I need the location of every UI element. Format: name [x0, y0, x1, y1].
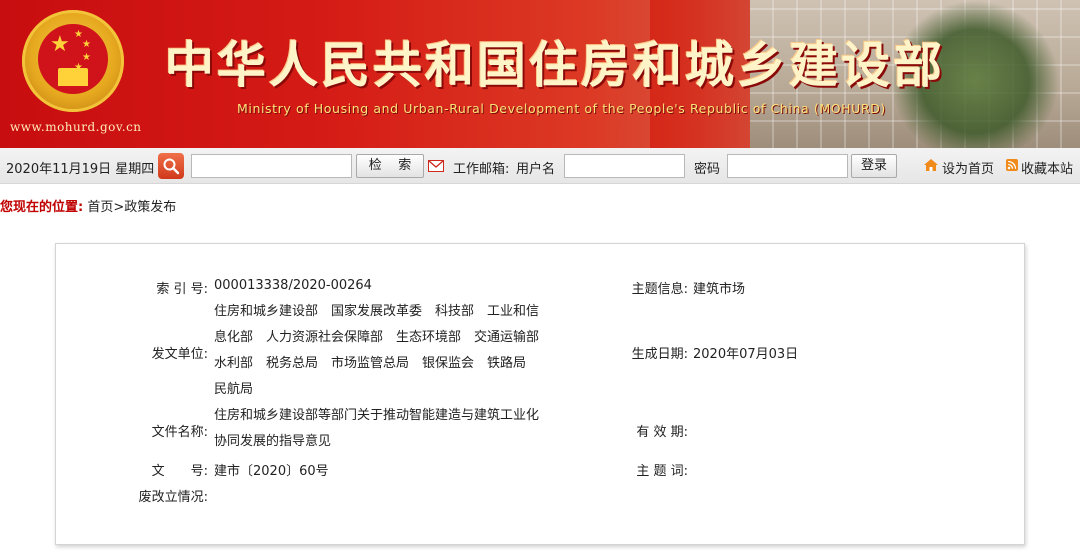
username-input[interactable] — [564, 154, 685, 178]
topic-value: 建筑市场 — [693, 282, 746, 297]
validity-label: 有 效 期: — [636, 425, 688, 440]
username-label: 用户名 — [516, 162, 556, 177]
topic-label: 主题信息: — [631, 282, 688, 297]
home-icon[interactable] — [923, 158, 939, 176]
site-url: www.mohurd.gov.cn — [10, 120, 142, 134]
bookmark-site-link[interactable]: 收藏本站 — [1021, 158, 1073, 177]
password-input[interactable] — [727, 154, 848, 178]
site-title: 中华人民共和国住房和城乡建设部 — [165, 37, 946, 94]
star-icon: ★ — [82, 52, 91, 63]
document-number-label: 文 号: — [151, 464, 208, 479]
set-homepage-link[interactable]: 设为首页 — [942, 158, 994, 177]
national-emblem-icon: ★ ★ ★ ★ ★ — [22, 10, 124, 112]
document-name-label: 文件名称: — [151, 425, 208, 440]
login-button[interactable]: 登录 — [851, 154, 897, 178]
work-mail-label: 工作邮箱: — [453, 162, 510, 177]
breadcrumb-label: 您现在的位置: — [0, 200, 84, 215]
amendment-status-label: 废改立情况: — [138, 490, 208, 505]
index-number-label: 索 引 号: — [156, 282, 208, 297]
keywords-label: 主 题 词: — [636, 464, 688, 479]
breadcrumb-path[interactable]: 首页>政策发布 — [87, 200, 176, 215]
current-date: 2020年11月19日 星期四 — [6, 162, 155, 177]
site-banner: ★ ★ ★ ★ ★ www.mohurd.gov.cn 中华人民共和国住房和城乡… — [0, 0, 1080, 148]
document-name-value: 住房和城乡建设部等部门关于推动智能建造与建筑工业化协同发展的指导意见 — [214, 408, 540, 449]
search-icon[interactable] — [158, 153, 184, 179]
star-icon: ★ — [50, 32, 70, 57]
password-label: 密码 — [694, 162, 721, 177]
generated-date-value: 2020年07月03日 — [693, 347, 799, 362]
breadcrumb: 您现在的位置: 首页>政策发布 — [0, 196, 176, 215]
site-subtitle: Ministry of Housing and Urban-Rural Deve… — [237, 101, 886, 116]
search-input[interactable] — [191, 154, 352, 178]
issuer-value: 住房和城乡建设部 国家发展改革委 科技部 工业和信息化部 人力资源社会保障部 生… — [214, 304, 553, 397]
search-button[interactable]: 检 索 — [356, 154, 424, 178]
generated-date-label: 生成日期: — [631, 347, 688, 362]
document-info-card: 索 引 号: 000013338/2020-00264 主题信息: 建筑市场 发… — [55, 243, 1025, 545]
document-number-value: 建市〔2020〕60号 — [214, 464, 329, 479]
issuer-label: 发文单位: — [151, 347, 208, 362]
rss-bookmark-icon[interactable] — [1006, 159, 1018, 175]
index-number-value: 000013338/2020-00264 — [214, 278, 372, 293]
mail-icon — [428, 160, 444, 176]
tiananmen-icon — [58, 68, 88, 86]
star-icon: ★ — [82, 39, 91, 50]
top-toolbar: 2020年11月19日 星期四 检 索 工作邮箱: 用户名 密码 登录 设为首页 — [0, 148, 1080, 184]
